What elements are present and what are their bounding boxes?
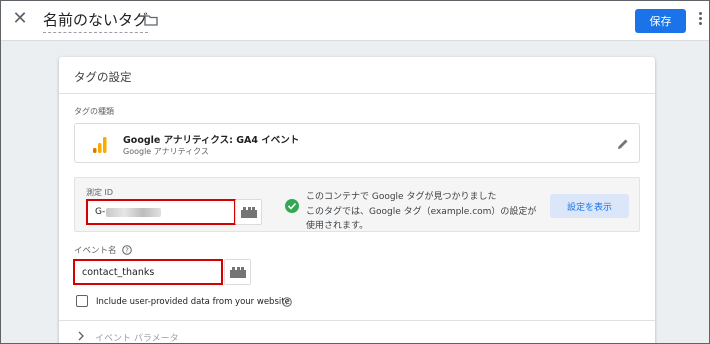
card-title: タグの設定 bbox=[74, 70, 132, 84]
event-name-label: イベント名 bbox=[74, 246, 117, 256]
tag-type-label: タグの種類 bbox=[74, 107, 114, 116]
view-settings-button[interactable]: 設定を表示 bbox=[550, 194, 629, 218]
tag-type-subtitle: Google アナリティクス bbox=[123, 147, 209, 156]
divider bbox=[59, 93, 655, 94]
top-bar: ✕ 名前のないタグ 保存 bbox=[1, 1, 709, 41]
help-icon[interactable]: ? bbox=[282, 297, 292, 307]
svg-text:?: ? bbox=[125, 247, 129, 255]
brick-icon bbox=[230, 267, 246, 278]
more-options-icon[interactable] bbox=[699, 12, 703, 28]
svg-text:?: ? bbox=[285, 299, 289, 307]
chevron-right-icon[interactable] bbox=[77, 331, 85, 341]
event-parameters-toggle[interactable]: イベント パラメータ bbox=[95, 331, 179, 343]
tag-type-name: Google アナリティクス: GA4 イベント bbox=[123, 135, 300, 146]
redacted-blur bbox=[106, 208, 161, 217]
edit-pencil-icon[interactable] bbox=[616, 137, 630, 151]
measurement-id-label: 測定 ID bbox=[86, 188, 114, 197]
measurement-id-section: 測定 ID G- このコンテナで Google タグが見つかりました このタグで… bbox=[74, 177, 640, 232]
google-tag-found-message: このコンテナで Google タグが見つかりました bbox=[306, 192, 497, 202]
tag-config-card: タグの設定 タグの種類 Google アナリティクス: GA4 イベント Goo… bbox=[59, 57, 655, 343]
event-name-input[interactable]: contact_thanks bbox=[73, 259, 223, 285]
help-icon[interactable]: ? bbox=[122, 245, 132, 255]
brick-icon bbox=[241, 207, 257, 218]
variable-picker-button[interactable] bbox=[235, 199, 262, 225]
tag-name-field[interactable]: 名前のないタグ bbox=[43, 10, 149, 33]
save-button[interactable]: 保存 bbox=[635, 9, 686, 33]
tag-type-selector[interactable]: Google アナリティクス: GA4 イベント Google アナリティクス bbox=[74, 123, 640, 163]
check-circle-icon bbox=[285, 199, 299, 213]
close-icon[interactable]: ✕ bbox=[11, 10, 29, 28]
user-data-checkbox[interactable] bbox=[76, 295, 88, 307]
divider bbox=[59, 320, 655, 321]
folder-icon[interactable] bbox=[144, 13, 158, 27]
user-data-checkbox-label: Include user-provided data from your web… bbox=[96, 297, 290, 307]
google-tag-settings-message: このタグでは、Google タグ（example.com）の設定が bbox=[306, 207, 537, 217]
google-analytics-icon bbox=[93, 137, 107, 153]
app-frame: ✕ 名前のないタグ 保存 タグの設定 タグの種類 Google アナリティクス:… bbox=[0, 0, 710, 344]
measurement-id-input[interactable]: G- bbox=[86, 199, 236, 225]
google-tag-settings-message-cont: 使用されます。 bbox=[306, 221, 369, 231]
event-name-value: contact_thanks bbox=[82, 267, 155, 278]
variable-picker-button[interactable] bbox=[224, 259, 251, 285]
measurement-id-value: G- bbox=[95, 207, 106, 217]
